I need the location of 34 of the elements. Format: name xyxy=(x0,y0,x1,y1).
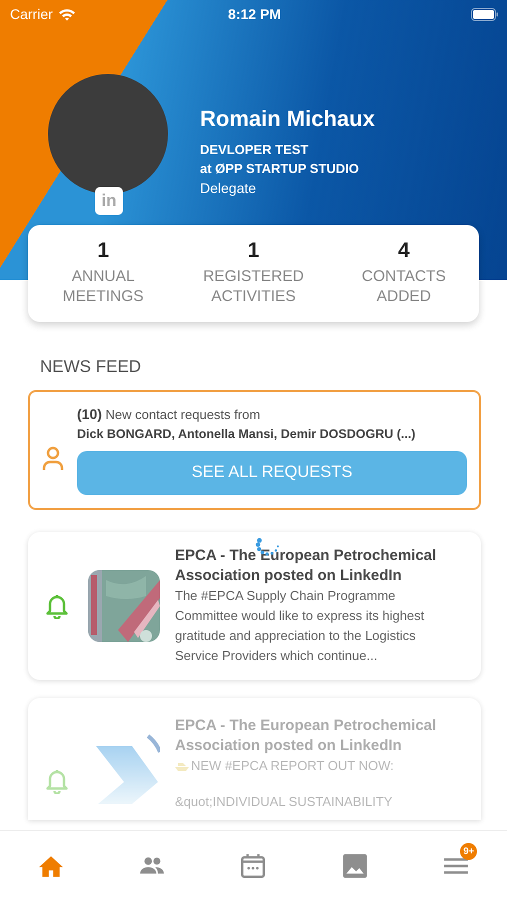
stat-value: 1 xyxy=(97,239,109,263)
carrier-label: Carrier xyxy=(10,6,53,22)
post-excerpt: &quot;INDIVIDUAL SUSTAINABILITY xyxy=(175,793,392,811)
linkedin-badge[interactable]: in xyxy=(95,187,123,215)
requester-names: Dick BONGARD, Antonella Mansi, Demir DOSDOGRU (...) xyxy=(77,426,416,440)
request-summary: (10) New contact requests from xyxy=(77,406,262,422)
notification-badge: 9+ xyxy=(460,843,478,860)
post-title: EPCA - The European Petrochemical Association posted on LinkedIn xyxy=(175,546,438,586)
post-excerpt: NEW #EPCA REPORT OUT NOW: xyxy=(191,757,394,775)
section-title: NEWS FEED xyxy=(40,357,142,378)
stat-value: 4 xyxy=(398,239,410,263)
stat-label: REGISTERED ACTIVITIES xyxy=(202,267,305,307)
company-name: at ØPP STARTUP STUDIO xyxy=(200,160,360,178)
post-card[interactable] xyxy=(28,532,481,680)
post-title: EPCA - The European Petrochemical Association posted on LinkedIn xyxy=(175,716,438,756)
post-excerpt: The #EPCA Supply Chain Programme Committee would like to express its highest gratitude and appreciation to the Logistics Service Providers which continue... xyxy=(175,587,426,665)
ship-icon xyxy=(175,761,189,771)
image-icon xyxy=(342,853,368,879)
profile-name: Romain Michaux xyxy=(200,106,375,132)
stat-value: 1 xyxy=(248,239,260,263)
bell-icon xyxy=(45,593,69,619)
role-label: Delegate xyxy=(200,179,258,198)
person-icon xyxy=(42,446,64,472)
post-card[interactable]: EPCA - The European Petrochemical Association posted on LinkedIn NEW #EPCA REPORT OUT NOW: &quot;INDIVIDUAL SUSTAINABILITY xyxy=(28,698,481,820)
bell-icon xyxy=(45,768,69,794)
battery-icon xyxy=(470,8,499,20)
tab-button[interactable]: 9+ xyxy=(431,843,482,881)
job-title: DEVLOPER TEST xyxy=(200,141,310,159)
clock: 8:12 PM xyxy=(228,6,281,22)
wifi-icon xyxy=(58,8,76,20)
stat-label: CONTACTS ADDED xyxy=(360,267,447,307)
calendar-icon xyxy=(240,853,266,879)
stat-label: ANNUAL MEETINGS xyxy=(62,267,145,307)
see-all-requests-button[interactable]: SEE ALL REQUESTS xyxy=(77,450,467,494)
